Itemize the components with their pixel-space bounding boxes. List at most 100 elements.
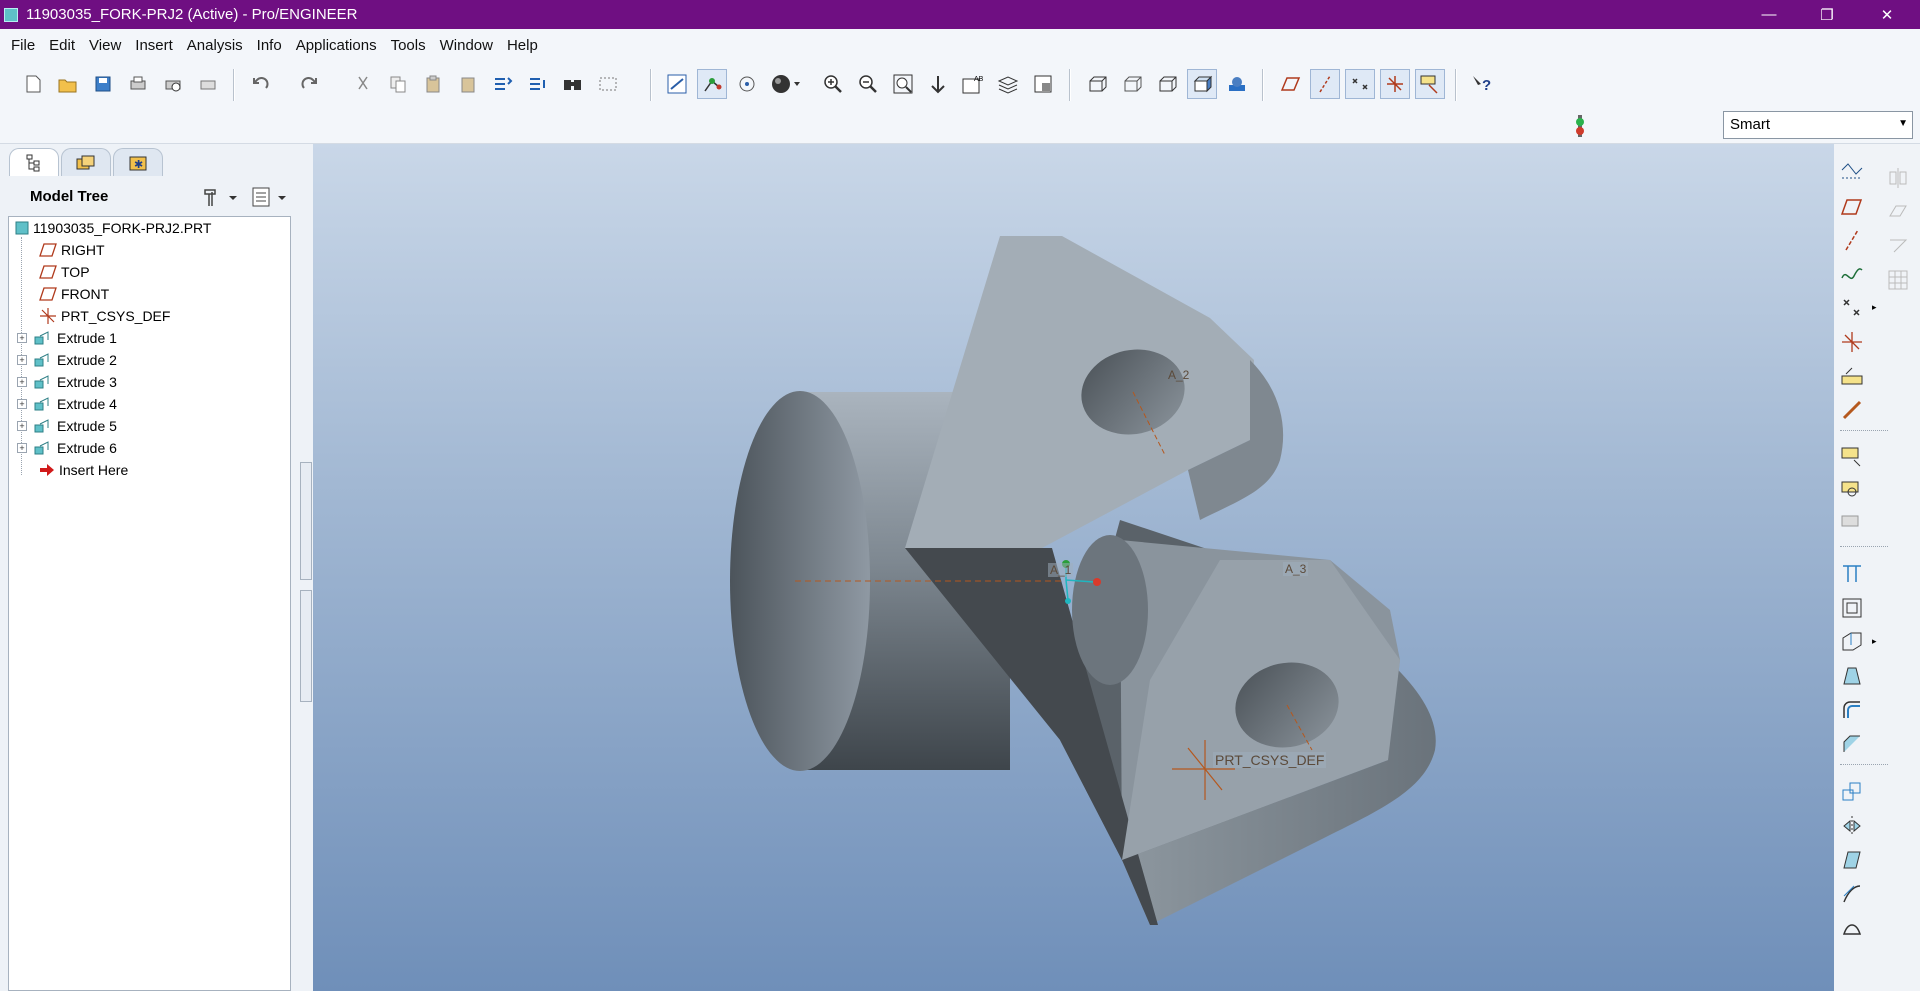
- menu-info[interactable]: Info: [250, 37, 289, 54]
- menu-tools[interactable]: Tools: [384, 37, 433, 54]
- enhanced-realism-icon[interactable]: [1222, 69, 1252, 99]
- menu-analysis[interactable]: Analysis: [180, 37, 250, 54]
- menu-file[interactable]: File: [4, 37, 42, 54]
- find-icon[interactable]: [558, 69, 588, 99]
- chain-icon[interactable]: [1838, 396, 1866, 424]
- hole-tool-icon[interactable]: [1838, 560, 1866, 588]
- restore-button[interactable]: ❐: [1798, 0, 1856, 29]
- datum-axes-icon[interactable]: [1310, 69, 1340, 99]
- model-tree-tab[interactable]: [9, 148, 59, 176]
- mirror-tool-icon[interactable]: [1838, 812, 1866, 840]
- annotations-icon[interactable]: [1415, 69, 1445, 99]
- merge-gray-icon[interactable]: [1884, 198, 1912, 226]
- shell-tool-icon[interactable]: [1838, 594, 1866, 622]
- tree-item-extrude-3[interactable]: + Extrude 3: [17, 371, 117, 393]
- expand-icon[interactable]: +: [17, 443, 27, 453]
- zoom-in-icon[interactable]: [818, 69, 848, 99]
- pattern-gray-icon[interactable]: [1884, 266, 1912, 294]
- expand-icon[interactable]: +: [17, 421, 27, 431]
- tree-item-part[interactable]: 11903035_FORK-PRJ2.PRT: [15, 217, 211, 239]
- shading-icon[interactable]: [1187, 69, 1217, 99]
- undo-icon[interactable]: [246, 69, 276, 99]
- panel-splitter-lower[interactable]: [300, 590, 312, 702]
- minimize-button[interactable]: —: [1740, 0, 1798, 29]
- sketched-curve-icon[interactable]: [1838, 158, 1866, 186]
- graphics-viewport[interactable]: A_1 A_2 A_3 PRT_CSYS_DEF: [313, 144, 1834, 991]
- save-icon[interactable]: [88, 69, 118, 99]
- panel-splitter-upper[interactable]: [300, 462, 312, 580]
- menu-applications[interactable]: Applications: [289, 37, 384, 54]
- trim-tool-icon[interactable]: [1838, 880, 1866, 908]
- saved-views-icon[interactable]: AB: [958, 69, 988, 99]
- select-box-icon[interactable]: [593, 69, 623, 99]
- menu-view[interactable]: View: [82, 37, 128, 54]
- paste-icon[interactable]: [418, 69, 448, 99]
- mirror-gray-icon[interactable]: [1884, 164, 1912, 192]
- extrude-tool-icon[interactable]: [1838, 444, 1866, 472]
- appearance-icon[interactable]: [770, 69, 800, 99]
- repaint-icon[interactable]: [662, 69, 692, 99]
- tree-item-extrude-6[interactable]: + Extrude 6: [17, 437, 117, 459]
- datum-axis-tool-icon[interactable]: [1838, 226, 1866, 254]
- rib-tool-icon[interactable]: [1838, 628, 1866, 656]
- menu-insert[interactable]: Insert: [128, 37, 180, 54]
- context-help-icon[interactable]: ?: [1468, 69, 1498, 99]
- tree-settings-icon[interactable]: [202, 186, 238, 208]
- spin-center-icon[interactable]: [697, 69, 727, 99]
- expand-icon[interactable]: +: [17, 399, 27, 409]
- round-tool-icon[interactable]: [1838, 696, 1866, 724]
- tree-item-extrude-2[interactable]: + Extrude 2: [17, 349, 117, 371]
- chevron-right-icon[interactable]: ▸: [1872, 636, 1877, 647]
- merge-tool-icon[interactable]: [1838, 846, 1866, 874]
- view-manager-icon[interactable]: [1028, 69, 1058, 99]
- regeneration-manager-icon[interactable]: [523, 69, 553, 99]
- expand-icon[interactable]: +: [17, 355, 27, 365]
- quick-print-icon[interactable]: [193, 69, 223, 99]
- reorient-icon[interactable]: [923, 69, 953, 99]
- copy-icon[interactable]: [383, 69, 413, 99]
- datum-plane-tool-icon[interactable]: [1838, 192, 1866, 220]
- tree-item-extrude-1[interactable]: + Extrude 1: [17, 327, 117, 349]
- tree-item-front[interactable]: FRONT: [39, 283, 109, 305]
- tree-item-extrude-4[interactable]: + Extrude 4: [17, 393, 117, 415]
- chevron-right-icon[interactable]: ▸: [1872, 302, 1877, 313]
- csys-icon[interactable]: [1380, 69, 1410, 99]
- tree-item-insert-here[interactable]: Insert Here: [39, 459, 128, 481]
- wireframe-icon[interactable]: [1082, 69, 1112, 99]
- favorites-tab[interactable]: ✱: [113, 148, 163, 176]
- revolve-tool-icon[interactable]: [1838, 478, 1866, 506]
- menu-window[interactable]: Window: [433, 37, 500, 54]
- pattern-tool-icon[interactable]: [1838, 778, 1866, 806]
- boundary-blend-icon[interactable]: [1838, 914, 1866, 942]
- tree-item-extrude-5[interactable]: + Extrude 5: [17, 415, 117, 437]
- tree-item-csys[interactable]: PRT_CSYS_DEF: [39, 305, 170, 327]
- new-icon[interactable]: [18, 69, 48, 99]
- datum-point-tool-icon[interactable]: [1838, 294, 1866, 322]
- no-hidden-icon[interactable]: [1152, 69, 1182, 99]
- expand-icon[interactable]: +: [17, 333, 27, 343]
- show-columns-icon[interactable]: [250, 186, 290, 208]
- draft-tool-icon[interactable]: [1838, 662, 1866, 690]
- print-preview-icon[interactable]: [158, 69, 188, 99]
- close-button[interactable]: ✕: [1858, 0, 1916, 29]
- layers-icon[interactable]: [993, 69, 1023, 99]
- regenerate-icon[interactable]: [488, 69, 518, 99]
- paste-special-icon[interactable]: [453, 69, 483, 99]
- tree-item-top[interactable]: TOP: [39, 261, 90, 283]
- intersect-gray-icon[interactable]: [1884, 232, 1912, 260]
- datum-planes-icon[interactable]: [1275, 69, 1305, 99]
- selection-filter-dropdown[interactable]: Smart ▼: [1723, 111, 1913, 139]
- hidden-line-icon[interactable]: [1117, 69, 1147, 99]
- datum-curve-icon[interactable]: [1838, 260, 1866, 288]
- redo-icon[interactable]: [294, 69, 324, 99]
- variable-section-sweep-icon[interactable]: [1838, 512, 1866, 540]
- analysis-feature-icon[interactable]: [1838, 362, 1866, 390]
- menu-edit[interactable]: Edit: [42, 37, 82, 54]
- chamfer-tool-icon[interactable]: [1838, 730, 1866, 758]
- zoom-out-icon[interactable]: [853, 69, 883, 99]
- folder-browser-tab[interactable]: [61, 148, 111, 176]
- datum-points-icon[interactable]: [1345, 69, 1375, 99]
- tree-item-right[interactable]: RIGHT: [39, 239, 105, 261]
- menu-help[interactable]: Help: [500, 37, 545, 54]
- print-icon[interactable]: [123, 69, 153, 99]
